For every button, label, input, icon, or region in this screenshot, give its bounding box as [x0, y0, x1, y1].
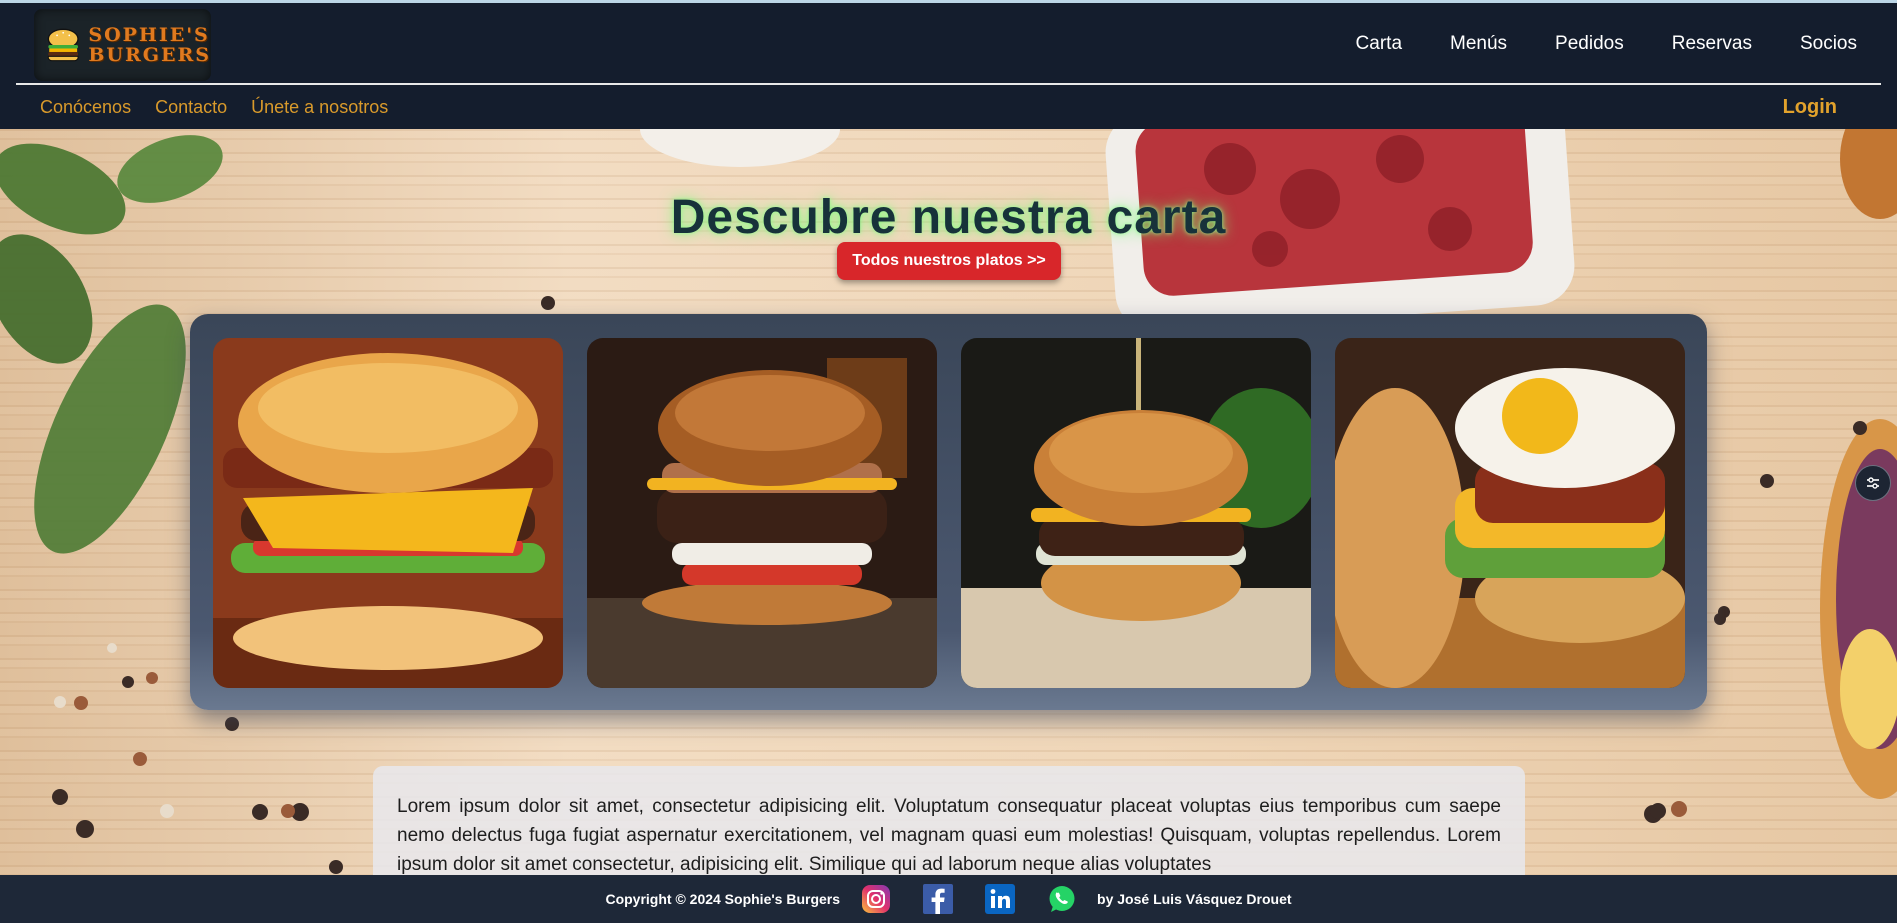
facebook-icon[interactable]: [923, 884, 954, 914]
copyright-text: Copyright © 2024 Sophie's Burgers: [605, 891, 841, 907]
nav-reservas[interactable]: Reservas: [1672, 33, 1752, 55]
secondary-nav: Conócenos Contacto Únete a nosotros: [40, 97, 412, 118]
burger-image-3: [961, 338, 1311, 688]
header-divider: [16, 83, 1881, 85]
instagram-icon[interactable]: [861, 884, 891, 914]
burger-logo-icon: [47, 28, 79, 62]
logo-line-1: SOPHIE'S: [88, 24, 210, 46]
nav-socios[interactable]: Socios: [1800, 33, 1857, 55]
burger-image-4: [1335, 338, 1685, 688]
hero-title: Descubre nuestra carta: [670, 191, 1227, 245]
settings-sliders-icon: [1867, 477, 1879, 489]
accessibility-toggle[interactable]: [1855, 465, 1891, 501]
nav-pedidos[interactable]: Pedidos: [1555, 33, 1624, 55]
site-header: SOPHIE'S BURGERS Carta Menús Pedidos Res…: [0, 3, 1897, 129]
login-link[interactable]: Login: [1783, 96, 1837, 119]
intro-paragraph: Lorem ipsum dolor sit amet, consectetur …: [397, 796, 1501, 875]
site-footer: Copyright © 2024 Sophie's Burgers by Jos…: [0, 875, 1897, 923]
all-dishes-button[interactable]: Todos nuestros platos >>: [837, 242, 1061, 280]
brand-logo[interactable]: SOPHIE'S BURGERS: [34, 9, 211, 81]
burger-card-1[interactable]: [213, 338, 563, 688]
nav-conocenos[interactable]: Conócenos: [40, 97, 131, 118]
burger-card-3[interactable]: [961, 338, 1311, 688]
burger-card-2[interactable]: [587, 338, 937, 688]
burger-gallery: [190, 314, 1707, 710]
nav-contacto[interactable]: Contacto: [155, 97, 227, 118]
whatsapp-icon[interactable]: [1047, 884, 1077, 914]
burger-image-2: [587, 338, 937, 688]
author-credit: by José Luis Vásquez Drouet: [1097, 891, 1292, 907]
nav-unete[interactable]: Únete a nosotros: [251, 97, 388, 118]
burger-image-1: [213, 338, 563, 688]
main-nav: Carta Menús Pedidos Reservas Socios: [1308, 33, 1857, 55]
linkedin-icon[interactable]: [985, 884, 1016, 914]
burger-card-4[interactable]: [1335, 338, 1685, 688]
nav-menus[interactable]: Menús: [1450, 33, 1507, 55]
nav-carta[interactable]: Carta: [1356, 33, 1402, 55]
logo-line-2: BURGERS: [88, 44, 211, 66]
